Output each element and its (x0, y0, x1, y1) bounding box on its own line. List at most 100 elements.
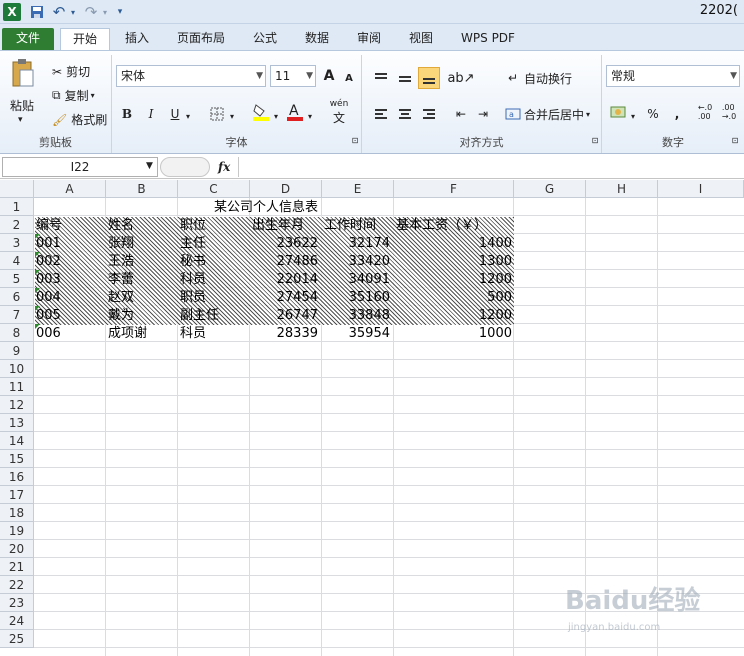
shrink-font-button[interactable]: A (338, 67, 360, 89)
paste-icon[interactable] (8, 57, 38, 89)
cell-birth[interactable]: 27486 (252, 253, 318, 271)
italic-button[interactable]: I (140, 103, 162, 125)
tab-file[interactable]: 文件 (2, 28, 54, 50)
cell-birth[interactable]: 22014 (252, 271, 318, 289)
fill-color-icon[interactable] (250, 101, 272, 123)
cell-position[interactable]: 秘书 (180, 253, 248, 271)
cell-name[interactable]: 成项谢 (108, 325, 176, 343)
cell-position[interactable]: 副主任 (180, 307, 248, 325)
percent-button[interactable]: % (642, 103, 664, 125)
format-painter-button[interactable]: 🖌 格式刷 (52, 111, 107, 128)
cell-name[interactable]: 戴为 (108, 307, 176, 325)
number-format-select[interactable]: 常规 ▼ (606, 65, 740, 87)
chevron-down-icon: ▼ (730, 71, 737, 81)
accounting-dropdown-icon[interactable]: ▾ (628, 105, 638, 127)
name-box[interactable]: I22 (2, 157, 158, 177)
cell-work-time[interactable]: 33848 (324, 307, 390, 325)
decrease-indent-icon[interactable]: ⇤ (450, 103, 472, 125)
font-color-icon[interactable]: A (284, 101, 306, 123)
clipboard-group-title: 剪贴板 (39, 136, 72, 149)
align-left-icon[interactable] (370, 103, 392, 125)
ribbon-tabs: 文件 开始 插入 页面布局 公式 数据 审阅 视图 WPS PDF (0, 24, 744, 50)
font-color-dropdown-icon[interactable]: ▾ (304, 105, 316, 127)
brush-icon: 🖌 (52, 112, 68, 127)
align-center-icon[interactable] (394, 103, 416, 125)
tab-page-layout[interactable]: 页面布局 (170, 28, 232, 50)
cell-name[interactable]: 李蕾 (108, 271, 176, 289)
insert-function-icon[interactable]: fx (218, 157, 230, 177)
font-size-select[interactable]: 11 ▼ (270, 65, 316, 87)
cell-id[interactable]: 002 (36, 253, 104, 271)
increase-indent-icon[interactable]: ⇥ (472, 103, 494, 125)
wrap-text-icon[interactable]: ↵ (502, 67, 524, 89)
phonetic-guide-button[interactable]: wén 文 (326, 99, 352, 125)
tab-wps-pdf[interactable]: WPS PDF (454, 28, 522, 50)
borders-icon[interactable] (206, 103, 228, 125)
cell-name[interactable]: 张翔 (108, 235, 176, 253)
decrease-decimal-icon[interactable]: .00 →.0 (718, 101, 740, 123)
cell-work-time[interactable]: 32174 (324, 235, 390, 253)
align-middle-icon[interactable] (394, 67, 416, 89)
bold-button[interactable]: B (116, 103, 138, 125)
cell-name[interactable]: 赵双 (108, 289, 176, 307)
merge-center-icon[interactable]: a (502, 103, 524, 125)
redo-dropdown-icon[interactable]: ▾ (100, 3, 110, 21)
cell-work-time[interactable]: 34091 (324, 271, 390, 289)
align-right-icon[interactable] (418, 103, 440, 125)
underline-dropdown-icon[interactable]: ▾ (182, 105, 194, 127)
cell-id[interactable]: 001 (36, 235, 104, 253)
save-icon[interactable] (28, 3, 46, 21)
cell-birth[interactable]: 28339 (252, 325, 318, 343)
cell-salary[interactable]: 1200 (396, 307, 512, 325)
tab-insert[interactable]: 插入 (116, 28, 158, 50)
paste-button[interactable]: 粘贴 (10, 97, 34, 114)
increase-decimal-icon[interactable]: ←.0.00 (694, 101, 716, 123)
cell-birth[interactable]: 26747 (252, 307, 318, 325)
copy-button[interactable]: ⧉ 复制 ▾ (52, 87, 95, 104)
cell-salary[interactable]: 1200 (396, 271, 512, 289)
formula-input[interactable] (238, 157, 742, 177)
tab-review[interactable]: 审阅 (348, 28, 390, 50)
cell-work-time[interactable]: 33420 (324, 253, 390, 271)
tab-home[interactable]: 开始 (60, 28, 110, 50)
cell-id[interactable]: 006 (36, 325, 104, 343)
paste-dropdown-icon[interactable]: ▾ (18, 115, 23, 125)
grow-font-button[interactable]: A (318, 65, 340, 87)
tab-formulas[interactable]: 公式 (244, 28, 286, 50)
orientation-icon[interactable]: ab↗ (447, 67, 474, 89)
cell-position[interactable]: 科员 (180, 271, 248, 289)
fill-color-dropdown-icon[interactable]: ▾ (270, 105, 282, 127)
cell-work-time[interactable]: 35160 (324, 289, 390, 307)
cell-position[interactable]: 职员 (180, 289, 248, 307)
accounting-format-icon[interactable] (608, 101, 630, 123)
merge-center-button[interactable]: 合并后居中 ▾ (524, 106, 590, 123)
wrap-text-button[interactable]: 自动换行 (524, 70, 572, 87)
cell-work-time[interactable]: 35954 (324, 325, 390, 343)
cell-name[interactable]: 王浩 (108, 253, 176, 271)
undo-icon[interactable]: ↶ (50, 3, 68, 21)
cell-salary[interactable]: 1300 (396, 253, 512, 271)
undo-dropdown-icon[interactable]: ▾ (68, 3, 78, 21)
cell-position[interactable]: 主任 (180, 235, 248, 253)
cell-salary[interactable]: 1000 (396, 325, 512, 343)
cell-position[interactable]: 科员 (180, 325, 248, 343)
cell-birth[interactable]: 23622 (252, 235, 318, 253)
cell-birth[interactable]: 27454 (252, 289, 318, 307)
align-top-icon[interactable] (370, 67, 392, 89)
cell-salary[interactable]: 1400 (396, 235, 512, 253)
cell-id[interactable]: 003 (36, 271, 104, 289)
cell-id[interactable]: 004 (36, 289, 104, 307)
cell-id[interactable]: 005 (36, 307, 104, 325)
font-family-select[interactable]: 宋体 ▼ (116, 65, 266, 87)
borders-dropdown-icon[interactable]: ▾ (226, 105, 238, 127)
redo-icon[interactable]: ↷ (82, 3, 100, 21)
comma-style-button[interactable]: , (666, 103, 688, 125)
tab-data[interactable]: 数据 (296, 28, 338, 50)
cut-button[interactable]: ✂ 剪切 (52, 63, 90, 80)
name-box-dropdown-icon[interactable]: ▼ (146, 157, 153, 175)
tab-view[interactable]: 视图 (400, 28, 442, 50)
align-bottom-icon[interactable] (418, 67, 440, 89)
cell-salary[interactable]: 500 (396, 289, 512, 307)
customize-toolbar-icon[interactable]: ▾ (114, 3, 126, 21)
formula-bar: I22 ▼ fx (0, 155, 744, 179)
